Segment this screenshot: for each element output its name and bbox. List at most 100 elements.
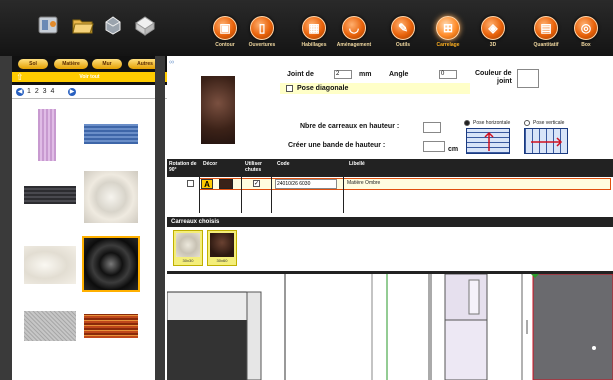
diagonal-checkbox[interactable] xyxy=(286,85,293,92)
calculator-icon: ▤ xyxy=(534,16,558,40)
pose-vertical-radio[interactable] xyxy=(524,120,530,126)
joint-color-label: Couleur de xyxy=(475,70,512,77)
contour-icon: ▣ xyxy=(213,16,237,40)
filter-tab-mur[interactable]: Mur xyxy=(92,59,122,69)
filter-tab-sol[interactable]: Sol xyxy=(18,59,48,69)
paint-palette-icon[interactable] xyxy=(36,12,62,38)
nav-label: Carrelage xyxy=(436,42,460,48)
prev-page-icon[interactable]: ◀ xyxy=(16,88,24,96)
nav-label: Outils xyxy=(395,42,411,48)
tile-swatch[interactable] xyxy=(38,109,56,161)
chosen-tile-caption: 30x30 xyxy=(182,258,194,263)
chosen-tile-image xyxy=(176,233,200,257)
filter-view-all[interactable]: Voir tout xyxy=(12,72,167,82)
filter-bar: Sol Matière Mur Autres Voir tout ⇧ xyxy=(12,56,167,85)
col-code: Code xyxy=(277,161,290,167)
joint-input[interactable]: 2 xyxy=(334,70,352,79)
nav-amenagement[interactable]: ◡ Aménagement xyxy=(332,16,376,48)
chosen-tile[interactable]: 30x60 xyxy=(207,230,237,266)
door-icon: ▯ xyxy=(250,16,274,40)
angle-label: Angle xyxy=(389,71,409,78)
col-libelle: Libellé xyxy=(349,161,365,167)
nav-ouvertures[interactable]: ▯ Ouvertures xyxy=(240,16,284,48)
tile-swatch[interactable] xyxy=(84,314,138,338)
tile-settings-panel: ∞ Joint de 2 mm Angle 0 Couleur de joint… xyxy=(167,56,613,380)
app-window: ▣ Contour ▯ Ouvertures ▦ Habillages ◡ Am… xyxy=(0,0,613,380)
next-page-icon[interactable]: ▶ xyxy=(68,88,76,96)
col-rotation: Rotation de 90° xyxy=(169,161,197,173)
tile-table-header: Rotation de 90° Décor Utiliser chutes Co… xyxy=(167,159,613,177)
cube-3d-icon: ◈ xyxy=(481,16,505,40)
nav-label: Quantitatif xyxy=(533,42,559,48)
floor-plan-view[interactable] xyxy=(167,274,613,380)
tile-swatch[interactable] xyxy=(24,311,76,341)
joint-unit: mm xyxy=(359,71,372,78)
filter-tab-matiere[interactable]: Matière xyxy=(54,59,88,69)
bathtub-icon: ◡ xyxy=(342,16,366,40)
link-icon[interactable]: ∞ xyxy=(169,59,183,67)
band-unit: cm xyxy=(448,146,459,153)
joint-label: Joint de xyxy=(287,71,314,78)
decor-thumbnail xyxy=(219,179,233,189)
tile-icon: ⊞ xyxy=(436,16,460,40)
nav-carrelage[interactable]: ⊞ Carrelage xyxy=(426,16,470,48)
nav-habillages[interactable]: ▦ Habillages xyxy=(292,16,336,48)
print-icon[interactable] xyxy=(132,12,158,38)
diagonal-label: Pose diagonale xyxy=(297,85,349,92)
column-divider xyxy=(271,177,272,213)
tile-swatch[interactable] xyxy=(24,246,76,284)
tile-swatch[interactable] xyxy=(84,171,138,223)
brick-icon: ▦ xyxy=(302,16,326,40)
chosen-tile-caption: 30x60 xyxy=(216,258,228,263)
nav-label: Aménagement xyxy=(336,42,372,48)
decor-badge[interactable]: A xyxy=(201,179,213,189)
arrow-up-icon[interactable]: ⇧ xyxy=(16,72,24,82)
nav-label: Box xyxy=(581,42,591,48)
pose-horizontal-preview[interactable] xyxy=(466,128,510,154)
angle-input[interactable]: 0 xyxy=(439,70,457,79)
rows-height-input[interactable] xyxy=(423,122,441,133)
tile-swatch[interactable] xyxy=(24,186,76,204)
pose-horizontal-label: Pose horizontale xyxy=(473,120,511,126)
box-icon: ◎ xyxy=(574,16,598,40)
tile-catalog-panel: Sol Matière Mur Autres Voir tout ⇧ ◀ 1 2… xyxy=(12,56,167,380)
rotation-checkbox[interactable] xyxy=(187,180,194,187)
column-divider xyxy=(343,177,344,213)
chosen-tiles-header: Carreaux choisis xyxy=(167,217,613,227)
libelle-field[interactable]: Matière Ombre xyxy=(347,179,427,189)
page-numbers[interactable]: 1 2 3 4 xyxy=(27,85,55,99)
joint-color-picker[interactable] xyxy=(517,69,539,88)
chosen-tile-image xyxy=(210,233,234,257)
column-divider xyxy=(241,177,242,213)
tile-preview xyxy=(201,76,235,144)
rows-height-label: Nbre de carreaux en hauteur : xyxy=(300,123,400,130)
col-decor: Décor xyxy=(203,161,218,167)
nav-label: Ouvertures xyxy=(248,42,276,48)
nav-box[interactable]: ◎ Box xyxy=(564,16,608,48)
catalog-scrollbar[interactable] xyxy=(155,56,165,380)
table-row[interactable]: A ✓ 24010/26 6030 Matière Ombre xyxy=(167,177,613,191)
pose-vertical-preview[interactable] xyxy=(524,128,568,154)
top-toolbar: ▣ Contour ▯ Ouvertures ▦ Habillages ◡ Am… xyxy=(0,0,613,56)
pose-horizontal-radio[interactable] xyxy=(464,120,470,126)
paint-bucket-icon[interactable] xyxy=(100,12,126,38)
chutes-checkbox[interactable]: ✓ xyxy=(253,180,260,187)
nav-quantitatif[interactable]: ▤ Quantitatif xyxy=(524,16,568,48)
pagination: ◀ 1 2 3 4 ▶ xyxy=(12,85,167,99)
col-chutes: Utiliser chutes xyxy=(245,161,262,173)
tile-swatch-selected[interactable] xyxy=(82,236,140,292)
nav-label: 3D xyxy=(489,42,497,48)
code-field[interactable]: 24010/26 6030 xyxy=(275,179,337,189)
tools-icon: ✎ xyxy=(391,16,415,40)
folder-open-icon[interactable] xyxy=(70,12,96,38)
chosen-tile[interactable]: 30x30 xyxy=(173,230,203,266)
floor-plan-drawing xyxy=(167,274,613,380)
joint-color-label-2: joint xyxy=(497,78,512,85)
column-divider xyxy=(199,177,200,213)
band-label: Créer une bande de hauteur : xyxy=(288,142,386,149)
band-height-input[interactable] xyxy=(423,141,445,152)
nav-3d[interactable]: ◈ 3D xyxy=(471,16,515,48)
nav-label: Habillages xyxy=(301,42,327,48)
tile-swatch[interactable] xyxy=(84,124,138,144)
nav-outils[interactable]: ✎ Outils xyxy=(381,16,425,48)
